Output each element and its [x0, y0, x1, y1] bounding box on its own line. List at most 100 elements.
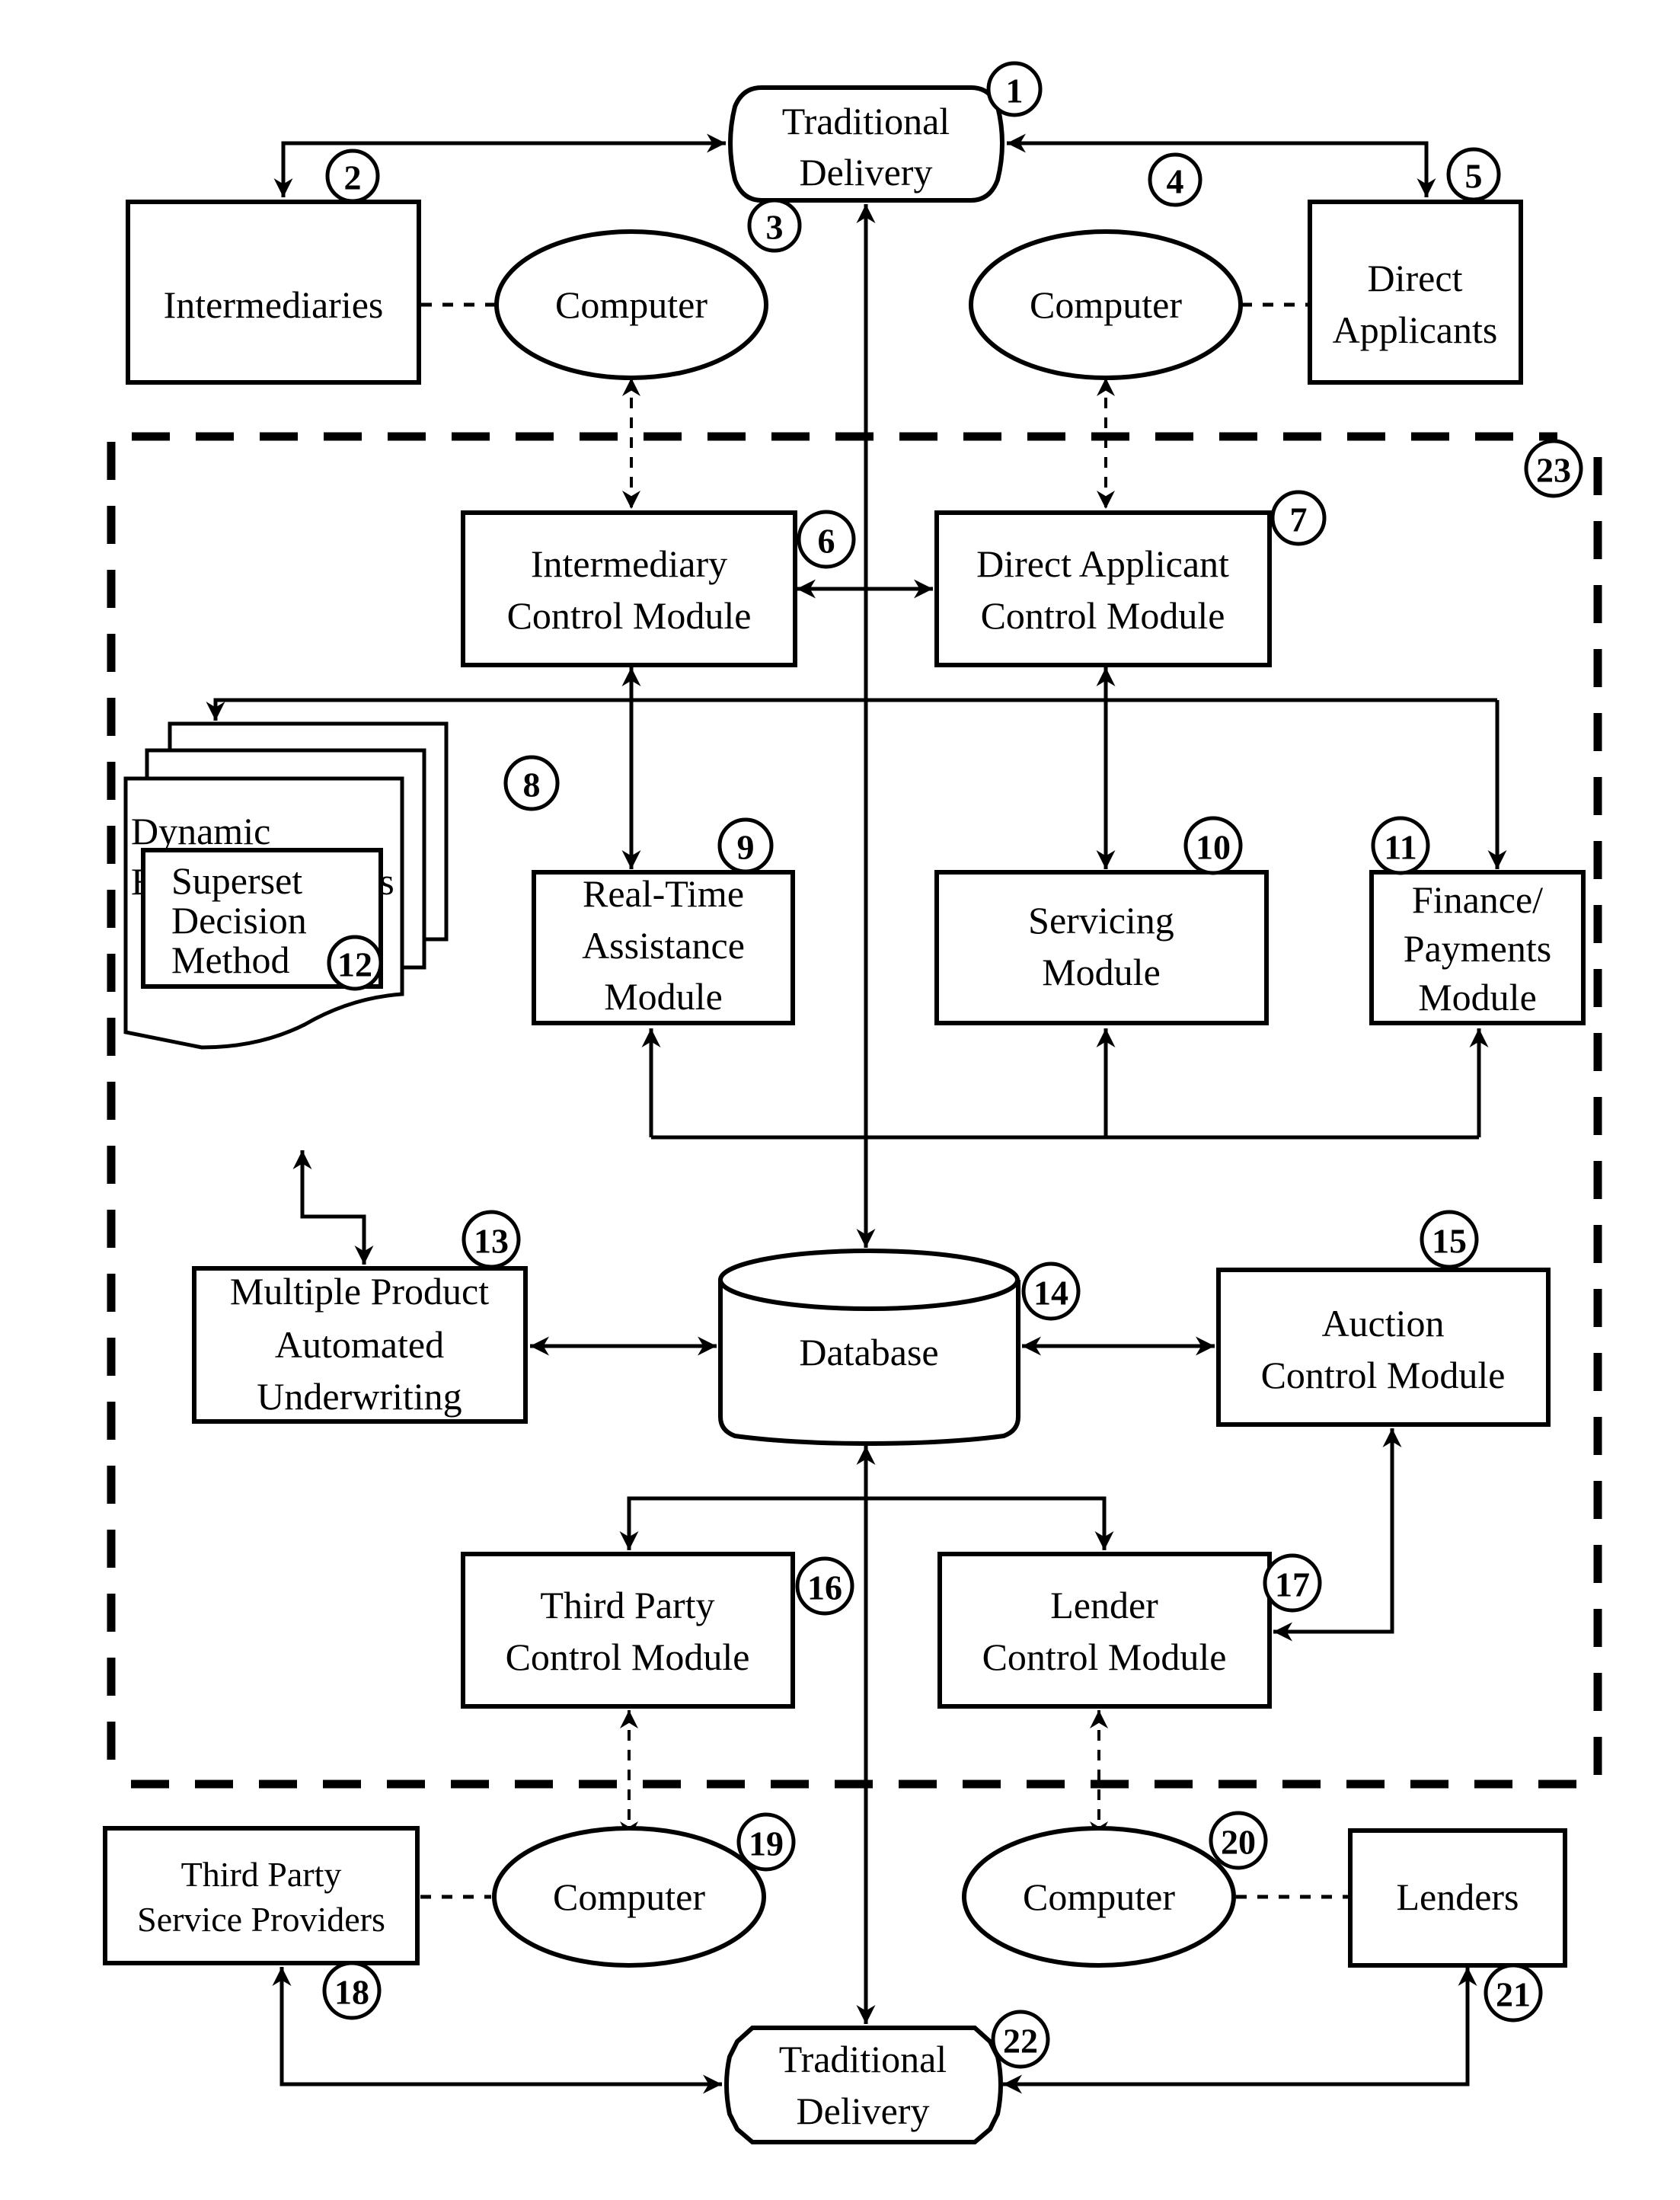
svg-text:10: 10 [1196, 828, 1231, 867]
label-line: Lenders [1396, 1875, 1519, 1918]
label-line: Lender [1050, 1584, 1158, 1626]
label-line: Auction [1321, 1302, 1444, 1345]
svg-text:8: 8 [523, 766, 541, 804]
label-line: Underwriting [257, 1375, 462, 1418]
label-line: Computer [1023, 1875, 1175, 1918]
svg-text:17: 17 [1275, 1565, 1310, 1604]
node-lenders[interactable]: Lenders [1348, 1828, 1567, 1968]
label-line: Control Module [506, 1636, 750, 1678]
svg-text:16: 16 [807, 1568, 842, 1607]
ref-badge-15: 15 [1420, 1210, 1479, 1269]
node-computer-3[interactable]: Computer [494, 229, 768, 380]
svg-text:4: 4 [1167, 162, 1184, 201]
node-computer-4[interactable]: Computer [969, 229, 1243, 380]
node-third-party-service-providers[interactable]: Third Party Service Providers [103, 1826, 420, 1965]
label-line: Module [604, 975, 723, 1018]
svg-text:7: 7 [1290, 500, 1308, 539]
node-servicing-module[interactable]: Servicing Module [934, 870, 1269, 1025]
svg-text:22: 22 [1003, 2022, 1038, 2061]
label-line: Decision [171, 899, 307, 942]
node-traditional-delivery-top[interactable]: Traditional Delivery [728, 85, 1004, 203]
ref-badge-4: 4 [1148, 152, 1203, 207]
svg-text:5: 5 [1465, 157, 1483, 196]
edge-direct-applicants-td-top [1007, 133, 1436, 197]
node-traditional-delivery-bottom[interactable]: Traditional Delivery [724, 2026, 1003, 2144]
label-line: Automated [275, 1323, 444, 1366]
svg-text:13: 13 [474, 1222, 509, 1261]
label-line: Third Party [181, 1855, 342, 1894]
svg-text:Traditional: Traditional [782, 100, 950, 142]
label-line: Servicing [1028, 899, 1174, 942]
label-line: Payments [1404, 927, 1551, 970]
node-computer-20[interactable]: Computer [962, 1826, 1236, 1968]
label-line: Delivery [800, 151, 933, 193]
label-line: Intermediary [531, 542, 727, 585]
svg-text:2: 2 [344, 158, 362, 197]
ref-badge-12: 12 [327, 935, 383, 991]
node-intermediaries[interactable]: Intermediaries [126, 200, 421, 385]
edge-forms-mpau [292, 1150, 374, 1265]
node-auction-control-module[interactable]: Auction Control Module [1216, 1268, 1551, 1427]
svg-text:Delivery: Delivery [800, 151, 933, 193]
edge-bus-lcm [866, 1496, 1114, 1550]
svg-text:21: 21 [1496, 1975, 1531, 2014]
node-multiple-product-automated-underwriting[interactable]: Multiple Product Automated Underwriting [192, 1266, 528, 1424]
svg-text:20: 20 [1221, 1823, 1256, 1862]
node-computer-19[interactable]: Computer [492, 1826, 766, 1968]
svg-text:18: 18 [334, 1973, 369, 2012]
label-line: Computer [555, 283, 707, 326]
label-line: Module [1042, 951, 1161, 993]
label-line: Delivery [797, 2090, 930, 2132]
svg-text:12: 12 [337, 945, 372, 984]
ref-badge-5: 5 [1446, 147, 1501, 202]
label-line: Direct Applicant [976, 542, 1229, 585]
svg-text:15: 15 [1432, 1222, 1467, 1261]
label-line: Module [1418, 976, 1537, 1018]
label-line: Intermediaries [164, 283, 384, 326]
node-intermediary-control-module[interactable]: Intermediary Control Module [461, 510, 797, 667]
svg-text:23: 23 [1536, 451, 1571, 490]
label-line: Superset [171, 859, 302, 902]
node-direct-applicant-control-module[interactable]: Direct Applicant Control Module [934, 510, 1272, 667]
svg-text:19: 19 [749, 1824, 784, 1863]
system-architecture-diagram: Traditional Delivery Intermediaries Comp… [103, 61, 1602, 2144]
label-line: Control Module [1261, 1354, 1506, 1396]
label-line: Computer [553, 1875, 705, 1918]
label-line: Database [799, 1331, 938, 1373]
svg-text:9: 9 [737, 828, 755, 867]
label-line: Dynamic [131, 810, 270, 852]
node-finance-payments-module[interactable]: Finance/ Payments Module [1369, 870, 1586, 1025]
ref-badge-11: 11 [1371, 816, 1430, 875]
ref-badge-16: 16 [795, 1556, 854, 1616]
edge-lenders-td-bottom [1003, 1967, 1477, 2094]
ref-badge-8: 8 [503, 755, 560, 811]
label-line: Control Module [507, 594, 752, 637]
node-direct-applicants[interactable]: Direct Applicants [1308, 200, 1523, 385]
node-lender-control-module[interactable]: Lender Control Module [937, 1552, 1272, 1709]
ref-badge-6: 6 [797, 510, 856, 569]
ref-badge-22: 22 [991, 2010, 1050, 2069]
edge-bus-tpcm [619, 1496, 866, 1550]
node-third-party-control-module[interactable]: Third Party Control Module [461, 1552, 795, 1709]
label-line: Control Module [981, 594, 1225, 637]
label-line: Computer [1030, 283, 1182, 326]
label-line: Control Module [982, 1636, 1227, 1678]
node-real-time-assistance-module[interactable]: Real-Time Assistance Module [532, 870, 795, 1025]
ref-badge-14: 14 [1021, 1261, 1081, 1321]
ref-badge-23: 23 [1524, 439, 1583, 498]
label-line: Third Party [540, 1584, 714, 1626]
svg-text:6: 6 [818, 522, 835, 561]
ref-badge-19: 19 [736, 1812, 796, 1872]
svg-text:11: 11 [1384, 828, 1417, 867]
label-line: Method [171, 939, 290, 981]
ref-badge-10: 10 [1183, 816, 1243, 875]
label-line: Applicants [1333, 309, 1498, 351]
label-line: Real-Time [583, 872, 744, 915]
label-line: Service Providers [137, 1900, 385, 1939]
label-line: Multiple Product [230, 1270, 489, 1313]
svg-text:14: 14 [1033, 1274, 1068, 1313]
ref-badge-2: 2 [325, 149, 380, 203]
ref-badge-17: 17 [1263, 1553, 1322, 1613]
label-line: Assistance [582, 924, 745, 967]
node-database[interactable]: Database [718, 1249, 1020, 1447]
